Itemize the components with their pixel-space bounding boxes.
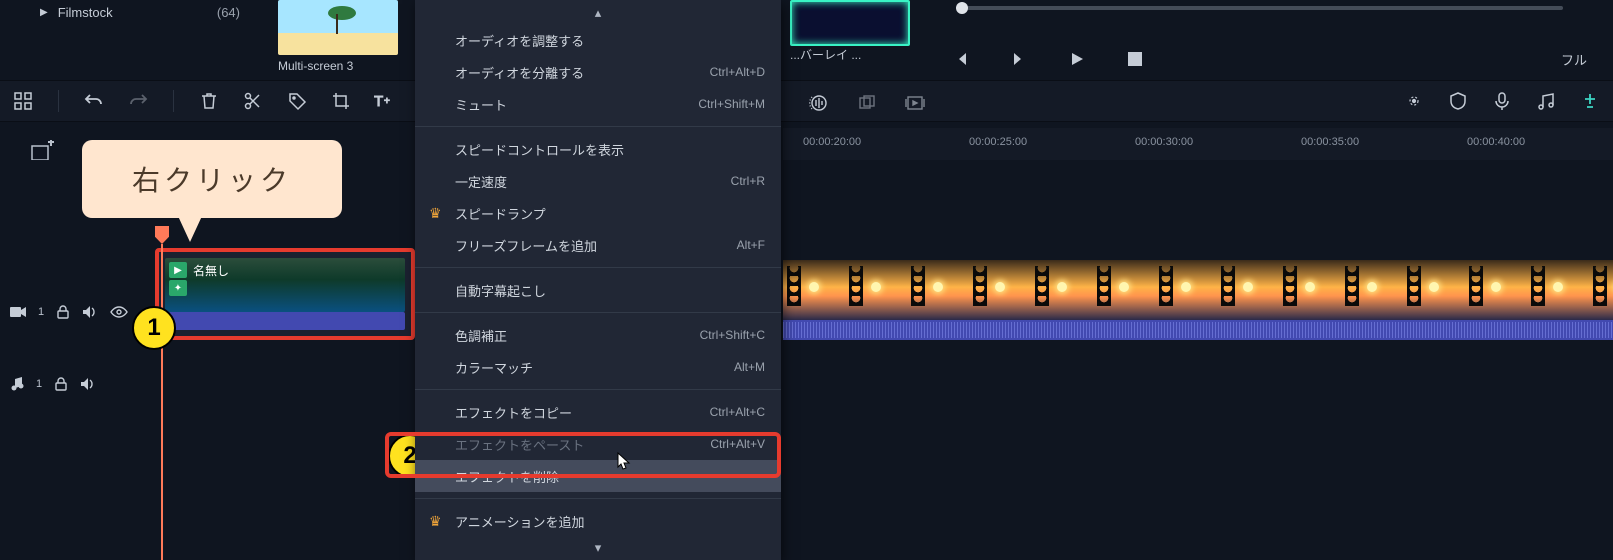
mute-icon[interactable]	[80, 377, 96, 391]
selected-clip[interactable]: ▶ ✦ 名無し	[155, 248, 415, 340]
audio-track-header[interactable]: 1	[0, 354, 155, 414]
play-button[interactable]	[1066, 48, 1088, 70]
fullscreen-label[interactable]: フル	[1561, 50, 1587, 69]
menu-delete-effects[interactable]: エフェクトを削除	[415, 460, 781, 492]
lock-icon[interactable]	[54, 377, 68, 391]
stop-button[interactable]	[1124, 48, 1146, 70]
thumbnail-label: ...バーレイ ...	[790, 46, 910, 63]
marker-icon[interactable]	[1579, 90, 1601, 112]
annotation-badge-1: 1	[132, 306, 176, 350]
render-icon[interactable]	[904, 92, 926, 114]
menu-speed-control[interactable]: スピードコントロールを表示	[415, 133, 781, 165]
preview-scrubber-knob[interactable]	[956, 2, 968, 14]
music-icon[interactable]	[1535, 90, 1557, 112]
media-thumb-1[interactable]: Multi-screen 3	[278, 0, 398, 75]
prev-frame-button[interactable]	[950, 48, 972, 70]
playhead-line	[161, 244, 163, 560]
library-folder-label: Filmstock	[58, 5, 113, 20]
callout-tail	[178, 216, 202, 242]
mic-icon[interactable]	[1491, 90, 1513, 112]
mute-icon[interactable]	[82, 305, 98, 319]
menu-speed-ramp[interactable]: ♛スピードランプ	[415, 197, 781, 229]
menu-copy-effects[interactable]: エフェクトをコピーCtrl+Alt+C	[415, 396, 781, 428]
timeline-audio-sunset[interactable]	[783, 320, 1613, 340]
thumbnail-image	[790, 0, 910, 46]
menu-paste-effects: エフェクトをペーストCtrl+Alt+V	[415, 428, 781, 460]
menu-detach-audio[interactable]: オーディオを分離するCtrl+Alt+D	[415, 56, 781, 88]
thumbnail-label: Multi-screen 3	[278, 59, 398, 73]
grid-icon[interactable]	[12, 90, 34, 112]
timeline-area[interactable]	[0, 160, 1613, 560]
menu-scroll-down[interactable]: ▾	[415, 537, 781, 559]
track-number: 1	[36, 378, 42, 390]
svg-text:T: T	[374, 93, 383, 110]
time-ruler[interactable]: 00:00:20:00 00:00:25:00 00:00:30:00 00:0…	[783, 128, 1613, 160]
overlay-icon[interactable]	[856, 92, 878, 114]
clip-label: 名無し	[193, 262, 229, 279]
delete-button[interactable]	[198, 90, 220, 112]
transport-controls	[950, 48, 1146, 70]
menu-mute[interactable]: ミュートCtrl+Shift+M	[415, 88, 781, 120]
thumbnail-image	[278, 0, 398, 55]
ruler-tick: 00:00:35:00	[1301, 136, 1359, 148]
timeline-clip-sunset[interactable]	[783, 260, 1613, 320]
ruler-tick: 00:00:40:00	[1467, 136, 1525, 148]
lock-icon[interactable]	[56, 305, 70, 319]
menu-adjust-audio[interactable]: オーディオを調整する	[415, 24, 781, 56]
audio-sync-icon[interactable]	[808, 92, 830, 114]
crown-icon: ♛	[429, 513, 442, 530]
media-thumb-2[interactable]: ...バーレイ ...	[790, 0, 910, 75]
clip-audio	[165, 312, 405, 330]
context-menu: ▴ オーディオを調整する オーディオを分離するCtrl+Alt+D ミュートCt…	[415, 0, 781, 560]
menu-uniform-speed[interactable]: 一定速度Ctrl+R	[415, 165, 781, 197]
undo-button[interactable]	[83, 90, 105, 112]
timeline-toolbar: T+	[0, 80, 1613, 122]
menu-add-animation[interactable]: ♛アニメーションを追加	[415, 505, 781, 537]
video-track-icon	[10, 305, 26, 319]
redo-button[interactable]	[127, 90, 149, 112]
callout-text: 右クリック	[132, 159, 292, 199]
ruler-tick: 00:00:25:00	[969, 136, 1027, 148]
menu-scroll-up[interactable]: ▴	[415, 2, 781, 24]
svg-text:+: +	[384, 96, 390, 107]
library-folder-row[interactable]: ▶ Filmstock (64)	[0, 0, 260, 25]
timeline-tools-2	[808, 92, 926, 114]
crop-button[interactable]	[330, 90, 352, 112]
menu-auto-subtitle[interactable]: 自動字幕起こし	[415, 274, 781, 306]
ruler-tick: 00:00:20:00	[803, 136, 861, 148]
menu-color-match[interactable]: カラーマッチAlt+M	[415, 351, 781, 383]
tag-button[interactable]	[286, 90, 308, 112]
menu-color-correction[interactable]: 色調補正Ctrl+Shift+C	[415, 319, 781, 351]
text-button[interactable]: T+	[374, 90, 396, 112]
split-button[interactable]	[242, 90, 264, 112]
preview-scrubber[interactable]	[960, 6, 1563, 10]
expand-icon: ▶	[40, 7, 48, 18]
library-folder-count: (64)	[217, 5, 240, 20]
audio-track-icon	[10, 376, 24, 392]
media-thumbnails: Multi-screen 3	[278, 0, 398, 75]
cursor-icon	[617, 452, 631, 472]
sparkle-icon[interactable]	[1403, 90, 1425, 112]
shield-icon[interactable]	[1447, 90, 1469, 112]
crown-icon: ♛	[429, 205, 442, 222]
annotation-callout: 右クリック	[82, 140, 342, 218]
track-number: 1	[38, 306, 44, 318]
ruler-tick: 00:00:30:00	[1135, 136, 1193, 148]
eye-icon[interactable]	[110, 306, 128, 318]
timeline-toolbar-right	[1403, 80, 1601, 122]
fx-badge-icon: ✦	[169, 280, 187, 296]
menu-freeze-frame[interactable]: フリーズフレームを追加Alt+F	[415, 229, 781, 261]
next-frame-button[interactable]	[1008, 48, 1030, 70]
fx-badge-icon: ▶	[169, 262, 187, 278]
